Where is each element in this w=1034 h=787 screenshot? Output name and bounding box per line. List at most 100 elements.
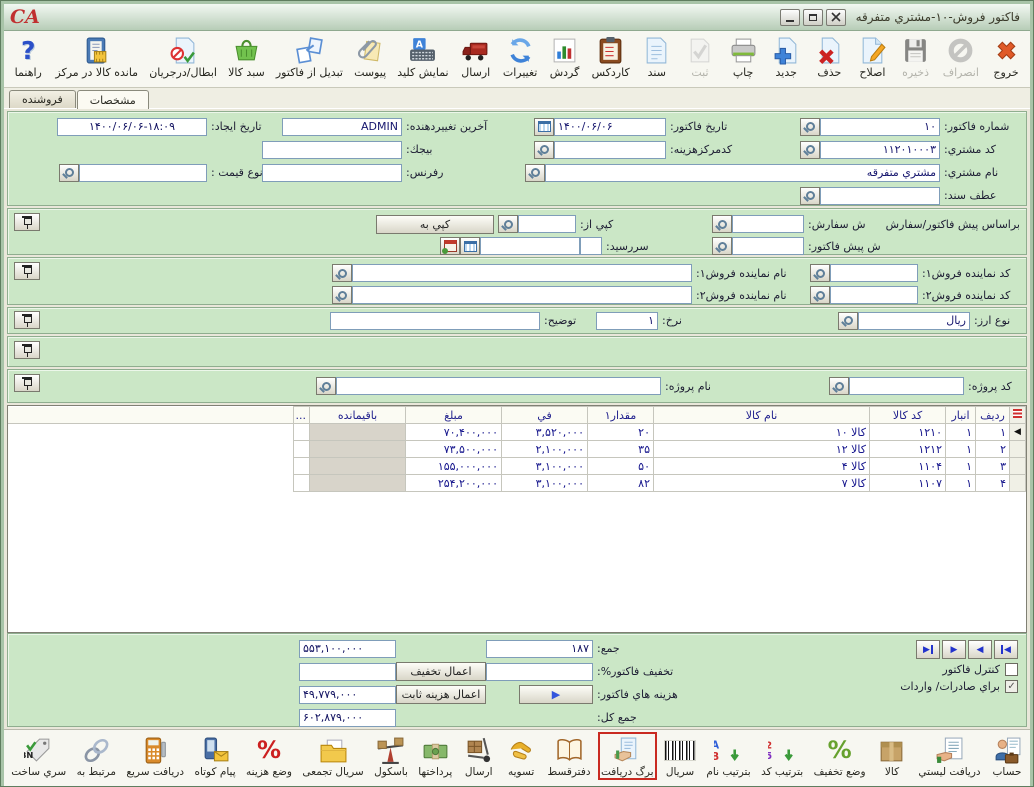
col-row[interactable]: رديف	[976, 407, 1010, 424]
toolbar-button-stock-in-center[interactable]: مانده كالا در مركز	[53, 33, 140, 80]
project-name-search-button[interactable]	[316, 377, 336, 395]
apply-discount-button[interactable]: اعمال تخفيف	[396, 662, 486, 681]
cell-warehouse[interactable]: ۱	[946, 458, 976, 475]
cell-item-name[interactable]: كالا ۷	[654, 475, 870, 492]
cell-qty[interactable]: ۸۲	[588, 475, 654, 492]
toolbar-button-settlement[interactable]: تسويه	[503, 733, 539, 779]
toolbar-button-discount-status[interactable]: %وضع تخفيف	[812, 733, 868, 779]
toolbar-button-show-keyboard[interactable]: Aنمايش كليد	[395, 33, 450, 80]
due-date-input[interactable]	[480, 237, 580, 255]
col-warehouse[interactable]: انبار	[946, 407, 976, 424]
copy-to-button[interactable]: كپي به	[376, 215, 494, 234]
project-name-input[interactable]	[336, 377, 661, 395]
cell-more[interactable]	[294, 458, 310, 475]
discount-amount-input[interactable]	[299, 663, 396, 681]
toolbar-button-register[interactable]: ثبت	[682, 33, 718, 80]
cell-amount[interactable]: ۷۳,۵۰۰,۰۰۰	[406, 441, 502, 458]
table-row[interactable]: ۳۱۱۱۰۴كالا ۴۵۰۳,۱۰۰,۰۰۰۱۵۵,۰۰۰,۰۰۰	[8, 458, 1026, 475]
cell-warehouse[interactable]: ۱	[946, 441, 976, 458]
toolbar-button-turnover[interactable]: گردش	[547, 33, 583, 80]
toolbar-button-serial[interactable]: سريال	[662, 733, 698, 779]
toolbar-button-help[interactable]: ?راهنما	[10, 33, 46, 80]
cell-amount[interactable]: ۱۵۵,۰۰۰,۰۰۰	[406, 458, 502, 475]
nav-prev-button[interactable]: ◀	[968, 640, 992, 659]
cell-item-code[interactable]: ۱۱۰۴	[870, 458, 946, 475]
row-selector-cell[interactable]: ◀	[1010, 424, 1026, 441]
cell-amount[interactable]: ۲۵۴,۲۰۰,۰۰۰	[406, 475, 502, 492]
cell-more[interactable]	[294, 424, 310, 441]
rep1-name-search-button[interactable]	[332, 264, 352, 282]
export-import-checkbox[interactable]: ✓	[1005, 680, 1018, 693]
toolbar-button-void-in-progress[interactable]: ابطال/درجريان	[147, 33, 219, 80]
rep2-name-search-button[interactable]	[332, 286, 352, 304]
toolbar-button-send[interactable]: ارسال	[458, 33, 494, 80]
price-type-input[interactable]	[79, 164, 207, 182]
pin-button[interactable]	[14, 374, 40, 392]
close-button[interactable]	[826, 9, 846, 26]
toolbar-button-expense-status[interactable]: %وضع هزينه	[244, 733, 294, 779]
toolbar-button-cancel[interactable]: انصراف	[941, 33, 981, 80]
last-editor-input[interactable]	[282, 118, 402, 136]
cell-warehouse[interactable]: ۱	[946, 424, 976, 441]
copy-from-search-button[interactable]	[498, 215, 518, 233]
cell-more[interactable]	[294, 441, 310, 458]
order-no-search-button[interactable]	[712, 215, 732, 233]
toolbar-button-delete[interactable]: حذف	[811, 33, 847, 80]
col-amount[interactable]: مبلغ	[406, 407, 502, 424]
customer-name-search-button[interactable]	[525, 164, 545, 182]
col-item-name[interactable]: نام كالا	[654, 407, 870, 424]
table-row[interactable]: ۴۱۱۱۰۷كالا ۷۸۲۳,۱۰۰,۰۰۰۲۵۴,۲۰۰,۰۰۰	[8, 475, 1026, 492]
row-selector-cell[interactable]	[1010, 475, 1026, 492]
nav-last-button[interactable]: ▶	[916, 640, 940, 659]
col-item-code[interactable]: كد كالا	[870, 407, 946, 424]
cell-remaining[interactable]	[310, 458, 406, 475]
toolbar-button-attachment[interactable]: پيوست	[352, 33, 388, 80]
rep2-code-search-button[interactable]	[810, 286, 830, 304]
cell-remaining[interactable]	[310, 475, 406, 492]
toolbar-button-send-handtruck[interactable]: ارسال	[461, 733, 497, 779]
toolbar-button-account[interactable]: حساب	[989, 733, 1025, 779]
toolbar-button-related-to[interactable]: مرتبط به	[75, 733, 118, 779]
currency-input[interactable]	[858, 312, 970, 330]
restore-button[interactable]	[803, 9, 823, 26]
cell-unit-price[interactable]: ۳,۵۲۰,۰۰۰	[502, 424, 588, 441]
cost-center-input[interactable]	[554, 141, 666, 159]
toolbar-button-kardex[interactable]: كاردكس	[590, 33, 632, 80]
toolbar-button-cumulative-serial[interactable]: سريال تجمعى	[300, 733, 365, 779]
cell-warehouse[interactable]: ۱	[946, 475, 976, 492]
customer-code-input[interactable]	[820, 141, 940, 159]
customer-code-search-button[interactable]	[800, 141, 820, 159]
apply-fixed-cost-button[interactable]: اعمال هزينه ثابت	[396, 685, 486, 704]
row-selector-cell[interactable]	[1010, 441, 1026, 458]
invoice-no-search-button[interactable]	[800, 118, 820, 136]
rep2-name-input[interactable]	[352, 286, 692, 304]
order-no-input[interactable]	[732, 215, 804, 233]
toolbar-button-document[interactable]: سند	[639, 33, 675, 80]
toolbar-button-goods-basket[interactable]: سبد كالا	[226, 33, 267, 80]
toolbar-button-build-series[interactable]: BNسري ساخت	[9, 733, 68, 779]
row-selector-cell[interactable]	[1010, 458, 1026, 475]
tab-specifications[interactable]: مشخصات	[77, 90, 149, 109]
nav-next-button[interactable]: ▶	[942, 640, 966, 659]
control-invoice-checkbox[interactable]	[1005, 663, 1018, 676]
proforma-no-input[interactable]	[732, 237, 804, 255]
due-date-day-input[interactable]	[580, 237, 602, 255]
toolbar-button-installment-book[interactable]: دفترقسط	[546, 733, 593, 779]
table-row[interactable]: ◀۱۱۱۲۱۰كالا ۱۰۲۰۳,۵۲۰,۰۰۰۷۰,۴۰۰,۰۰۰	[8, 424, 1026, 441]
invoice-costs-expand-button[interactable]: ▶	[519, 685, 593, 704]
toolbar-button-new[interactable]: جديد	[768, 33, 804, 80]
due-date-calendar-button[interactable]	[460, 237, 480, 255]
pin-button[interactable]	[14, 341, 40, 359]
nav-first-button[interactable]: ◀	[994, 640, 1018, 659]
toolbar-button-print[interactable]: چاپ	[725, 33, 761, 80]
rep2-code-input[interactable]	[830, 286, 918, 304]
cell-unit-price[interactable]: ۲,۱۰۰,۰۰۰	[502, 441, 588, 458]
cell-item-code[interactable]: ۱۲۱۰	[870, 424, 946, 441]
cell-row[interactable]: ۱	[976, 424, 1010, 441]
cell-unit-price[interactable]: ۳,۱۰۰,۰۰۰	[502, 458, 588, 475]
cost-center-search-button[interactable]	[534, 141, 554, 159]
table-row[interactable]: ۲۱۱۲۱۲كالا ۱۲۳۵۲,۱۰۰,۰۰۰۷۳,۵۰۰,۰۰۰	[8, 441, 1026, 458]
cell-qty[interactable]: ۲۰	[588, 424, 654, 441]
reference-input[interactable]	[262, 164, 402, 182]
bijak-input[interactable]	[262, 141, 402, 159]
